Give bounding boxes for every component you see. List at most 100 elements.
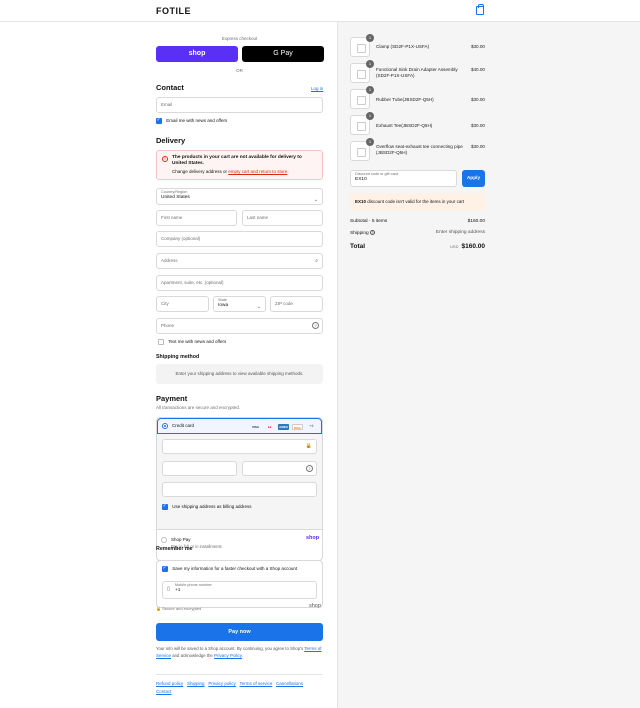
text-news-checkbox[interactable] (158, 339, 164, 345)
total-label: Total (350, 243, 366, 250)
help-icon[interactable]: ? (312, 322, 319, 329)
shopping-bag-icon[interactable] (476, 4, 484, 15)
contact-link[interactable]: Contact (156, 689, 172, 694)
secure-row: 🔒 Secure and encrypted (156, 606, 201, 611)
quantity-badge: 1 (366, 138, 374, 146)
chevron-down-icon: ⌄ (313, 197, 318, 203)
shop-pay-logo: shop (306, 535, 320, 541)
quantity-badge: 1 (366, 34, 374, 42)
discount-warning-text: discount code isn't valid for the items … (366, 199, 465, 204)
text-news-label: Text me with news and offers (168, 339, 227, 345)
quantity-badge: 1 (366, 60, 374, 68)
discount-code-input[interactable]: Discount code or gift card EX10 (350, 170, 457, 187)
mobile-phone-field[interactable]: ▯ Mobile phone number +1 (162, 581, 317, 599)
shop-pay-title: Shop Pay (171, 537, 191, 542)
save-info-checkbox[interactable] (162, 565, 168, 572)
lock-icon: 🔒 (156, 606, 161, 611)
credit-card-option[interactable]: Credit card VISA ●● AMEX DISC +4 (157, 418, 322, 434)
text-news-row[interactable]: Text me with news and offers (158, 339, 226, 345)
express-checkout-label: Express checkout (221, 36, 258, 41)
city-field[interactable]: City (156, 296, 209, 312)
apply-button[interactable]: Apply (462, 170, 485, 187)
total-amount: USD $160.00 (450, 243, 485, 250)
last-name-field[interactable]: Last name (242, 210, 323, 226)
brand-logo[interactable]: FOTILE (156, 6, 191, 16)
security-code-field[interactable]: ? (242, 461, 317, 476)
country-select[interactable]: Country/Region United States ⌄ (156, 188, 323, 205)
chevron-down-icon: ⌄ (256, 304, 261, 310)
delivery-alert: ! The products in your cart are not avai… (156, 150, 323, 180)
privacy-policy-link[interactable]: Privacy Policy (214, 653, 242, 658)
first-name-field[interactable]: First name (156, 210, 237, 226)
delivery-heading: Delivery (156, 136, 186, 145)
state-value: Iowa (218, 303, 229, 308)
login-link[interactable]: Log in (311, 86, 323, 91)
shipping-method-heading: Shipping method (156, 354, 200, 360)
pay-now-button[interactable]: Pay now (156, 623, 323, 641)
save-info-label: Save my information for a faster checkou… (172, 566, 298, 572)
pay-disclaimer: Your info will be saved to a Shop accoun… (156, 646, 322, 658)
alert-text: Change delivery address or empty cart an… (172, 169, 289, 174)
billing-checkbox[interactable] (162, 503, 168, 510)
mastercard-icon: ●● (267, 425, 272, 429)
product-name: Overflow seat-exhaust tee connecting pip… (376, 144, 463, 155)
shipping-row: Shipping ? Enter shipping address (350, 230, 485, 236)
remember-heading: Remember me (156, 546, 193, 552)
subtotal-row: Subtotal · 5 items $160.00 (350, 219, 485, 224)
privacy-policy-link[interactable]: Privacy policy (208, 681, 236, 686)
expiration-field[interactable] (162, 461, 237, 476)
google-pay-button[interactable]: G Pay (242, 46, 324, 62)
card-number-field[interactable]: 🔒 (162, 439, 317, 454)
refund-policy-link[interactable]: Refund policy (156, 681, 183, 686)
discount-warning: EX10 discount code isn't valid for the i… (350, 193, 485, 211)
product-price: $30.00 (470, 144, 485, 149)
footer-divider (156, 674, 323, 675)
state-select[interactable]: State Iowa ⌄ (213, 296, 266, 312)
phone-field[interactable]: Phone ? (156, 318, 323, 334)
or-divider: OR (236, 68, 243, 73)
save-info-row[interactable]: Save my information for a faster checkou… (162, 565, 298, 572)
shop-logo: shop (309, 603, 321, 609)
order-summary: 1 Clamp (SD2F-P1X-USFA) $30.00 1 Functio… (337, 22, 640, 708)
phone-icon: ▯ (167, 586, 170, 592)
amex-icon: AMEX (278, 424, 289, 430)
total-value: $160.00 (461, 243, 486, 250)
country-value: United States (161, 195, 190, 200)
terms-of-service-link[interactable]: Terms of service (240, 681, 273, 686)
email-news-row[interactable]: Email me with news and offers (156, 117, 228, 124)
cancellations-link[interactable]: Cancellations (276, 681, 303, 686)
email-news-checkbox[interactable] (156, 117, 162, 124)
empty-cart-link[interactable]: empty cart and return to store (228, 169, 287, 174)
email-news-label: Email me with news and offers (166, 118, 228, 124)
zip-field[interactable]: ZIP code (270, 296, 323, 312)
company-field[interactable]: Company (optional) (156, 231, 323, 247)
discount-value: EX10 (355, 177, 367, 182)
billing-row[interactable]: Use shipping address as billing address (162, 503, 252, 510)
shop-pay-radio[interactable] (161, 537, 167, 543)
product-name: Clamp (SD2F-P1X-USFA) (376, 44, 430, 49)
card-form: 🔒 ? Use shipping address as billing addr… (157, 434, 322, 530)
help-icon[interactable]: ? (370, 230, 376, 235)
shipping-link[interactable]: Shipping (187, 681, 205, 686)
visa-icon: VISA (251, 425, 259, 429)
checkout-form: Express checkout shop G Pay OR Contact L… (0, 22, 337, 708)
email-field[interactable]: Email (156, 97, 323, 113)
more-cards-badge: +4 (309, 423, 314, 428)
subtotal-label: Subtotal · 5 items (350, 219, 388, 224)
payment-options: Credit card VISA ●● AMEX DISC +4 🔒 ? Use… (156, 417, 323, 561)
address-placeholder: Address (161, 258, 178, 263)
address-field[interactable]: Address ⌕ (156, 253, 323, 269)
discover-icon: DISC (292, 424, 303, 430)
shipping-method-placeholder: Enter your shipping address to view avai… (156, 364, 323, 384)
shop-pay-button[interactable]: shop (156, 46, 238, 62)
help-icon[interactable]: ? (306, 465, 313, 472)
lock-icon: 🔒 (305, 443, 312, 449)
quantity-badge: 1 (366, 86, 374, 94)
name-on-card-field[interactable] (162, 482, 317, 497)
product-price: $30.00 (470, 44, 485, 49)
product-name: Exhaust Tee(JBSD2F-Q5H) (376, 123, 433, 128)
credit-card-radio[interactable] (162, 423, 168, 429)
apartment-field[interactable]: Apartment, suite, etc. (optional) (156, 275, 323, 291)
secure-label: Secure and encrypted (162, 606, 202, 611)
payment-subtitle: All transactions are secure and encrypte… (156, 405, 241, 410)
